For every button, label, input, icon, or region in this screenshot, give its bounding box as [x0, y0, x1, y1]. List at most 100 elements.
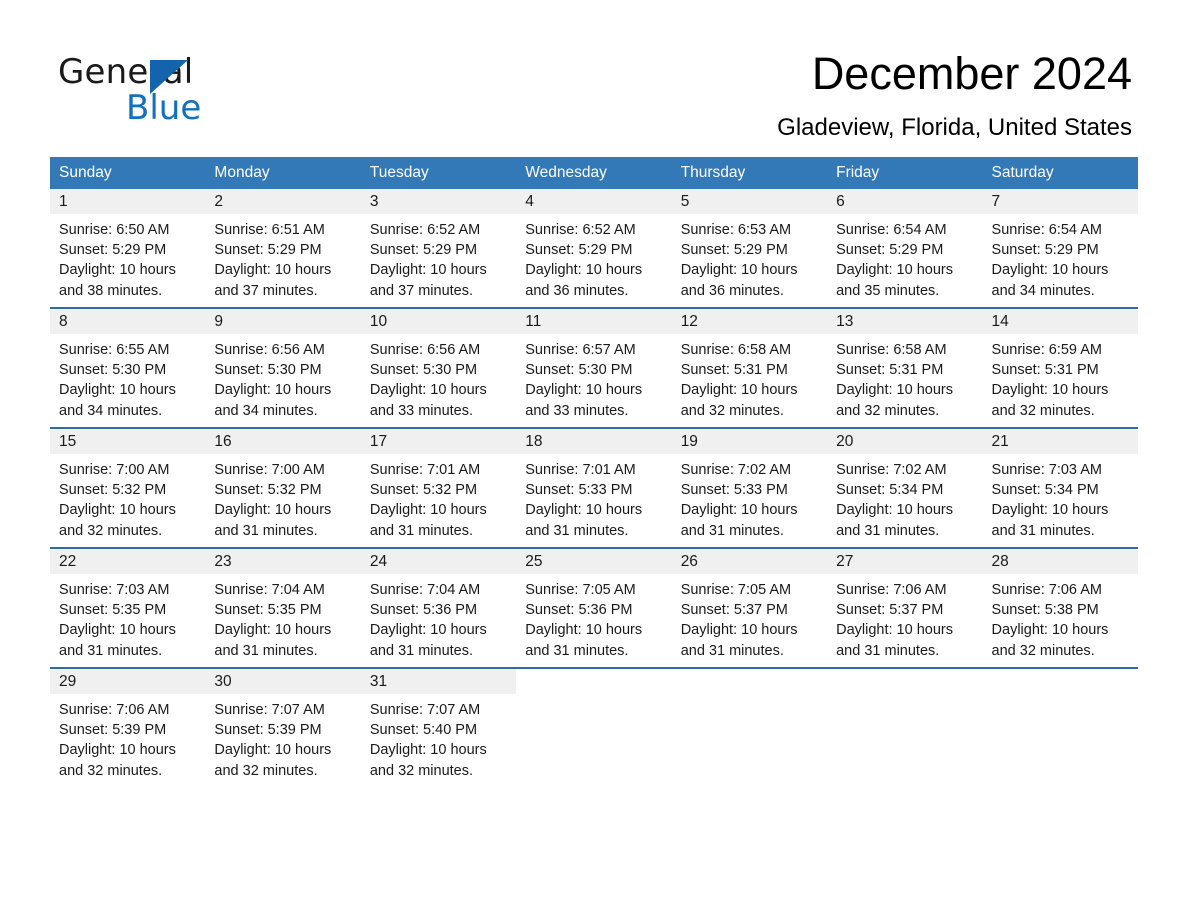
day-sunrise: Sunrise: 7:01 AM	[369, 462, 481, 478]
calendar-cell: 17 Sunrise: 7:01 AM Sunset: 5:32 PM Dayligh…	[360, 427, 517, 548]
day-sunrise: Sunrise: 7:00 AM	[59, 462, 170, 478]
day-details: Sunrise: 6:56 AM Sunset: 5:30 PM Daylight:…	[205, 334, 360, 421]
day-cell[interactable]: 20 Sunrise: 7:02 AM Sunset: 5:34 PM Dayligh…	[827, 429, 983, 547]
day-cell[interactable]: 28 Sunrise: 7:06 AM Sunset: 5:38 PM Dayligh…	[982, 549, 1138, 667]
day-daylight-line2: and 31 minutes.	[525, 642, 629, 659]
day-sunset: Sunset: 5:32 PM	[214, 482, 322, 499]
day-cell[interactable]: 5 Sunrise: 6:53 AM Sunset: 5:29 PM Daylight…	[671, 189, 828, 307]
generalblue-logo[interactable]: General Blue	[58, 52, 358, 132]
day-details: Sunrise: 6:51 AM Sunset: 5:29 PM Daylight:…	[205, 214, 360, 301]
day-sunset: Sunset: 5:37 PM	[836, 602, 944, 619]
day-cell[interactable]: 9 Sunrise: 6:56 AM Sunset: 5:30 PM Daylight…	[205, 309, 361, 427]
day-details: Sunrise: 7:04 AM Sunset: 5:35 PM Daylight:…	[205, 574, 360, 661]
day-cell[interactable]: 29 Sunrise: 7:06 AM Sunset: 5:39 PM Dayligh…	[50, 669, 206, 787]
day-cell[interactable]: 25 Sunrise: 7:05 AM Sunset: 5:36 PM Dayligh…	[516, 549, 672, 667]
brand-name-blue: Blue	[126, 88, 202, 128]
day-number: 26	[671, 549, 828, 574]
day-sunset: Sunset: 5:31 PM	[680, 362, 788, 379]
day-daylight-line1: Daylight: 10 hours	[369, 382, 487, 399]
day-sunrise: Sunrise: 7:01 AM	[525, 462, 636, 478]
calendar-cell: 13 Sunrise: 6:58 AM Sunset: 5:31 PM Dayligh…	[827, 307, 983, 428]
day-cell[interactable]: 6 Sunrise: 6:54 AM Sunset: 5:29 PM Daylight…	[827, 189, 983, 307]
day-cell[interactable]: 30 Sunrise: 7:07 AM Sunset: 5:39 PM Dayligh…	[205, 669, 361, 787]
day-details: Sunrise: 6:57 AM Sunset: 5:30 PM Daylight:…	[516, 334, 671, 421]
day-cell[interactable]: 10 Sunrise: 6:56 AM Sunset: 5:30 PM Dayligh…	[360, 309, 517, 427]
day-cell[interactable]: 7 Sunrise: 6:54 AM Sunset: 5:29 PM Daylight…	[982, 189, 1138, 307]
day-sunrise: Sunrise: 6:56 AM	[214, 342, 325, 358]
day-daylight-line1: Daylight: 10 hours	[59, 262, 176, 279]
weekday-header-sunday: Sunday	[50, 157, 206, 189]
day-daylight-line2: and 34 minutes.	[214, 402, 318, 419]
day-daylight-line2: and 31 minutes.	[991, 522, 1095, 539]
day-cell[interactable]: 15 Sunrise: 7:00 AM Sunset: 5:32 PM Dayligh…	[50, 429, 206, 547]
weekday-header-wednesday: Wednesday	[516, 157, 672, 189]
calendar-cell: 5 Sunrise: 6:53 AM Sunset: 5:29 PM Daylight…	[671, 189, 828, 308]
calendar-cell: 8 Sunrise: 6:55 AM Sunset: 5:30 PM Daylight…	[50, 307, 206, 428]
day-cell[interactable]: 18 Sunrise: 7:01 AM Sunset: 5:33 PM Dayligh…	[516, 429, 672, 547]
day-cell[interactable]: 14 Sunrise: 6:59 AM Sunset: 5:31 PM Dayligh…	[982, 309, 1138, 427]
day-cell[interactable]: 13 Sunrise: 6:58 AM Sunset: 5:31 PM Dayligh…	[827, 309, 983, 427]
day-cell[interactable]: 21 Sunrise: 7:03 AM Sunset: 5:34 PM Dayligh…	[982, 429, 1138, 547]
day-details: Sunrise: 6:52 AM Sunset: 5:29 PM Daylight:…	[516, 214, 671, 301]
day-sunrise: Sunrise: 6:58 AM	[836, 342, 947, 358]
day-daylight-line1: Daylight: 10 hours	[680, 262, 798, 279]
day-details: Sunrise: 6:52 AM Sunset: 5:29 PM Daylight:…	[361, 214, 516, 301]
day-daylight-line2: and 32 minutes.	[991, 642, 1095, 659]
day-cell[interactable]: 31 Sunrise: 7:07 AM Sunset: 5:40 PM Dayligh…	[360, 669, 517, 787]
day-cell[interactable]: 4 Sunrise: 6:52 AM Sunset: 5:29 PM Daylight…	[516, 189, 672, 307]
day-cell-empty	[983, 669, 1138, 787]
day-number: 16	[205, 429, 361, 454]
calendar-cell: 1 Sunrise: 6:50 AM Sunset: 5:29 PM Daylight…	[50, 189, 206, 308]
day-sunset: Sunset: 5:30 PM	[525, 362, 633, 379]
calendar-body: 1 Sunrise: 6:50 AM Sunset: 5:29 PM Daylight…	[50, 189, 1138, 787]
day-cell[interactable]: 19 Sunrise: 7:02 AM Sunset: 5:33 PM Dayligh…	[671, 429, 828, 547]
day-details: Sunrise: 6:54 AM Sunset: 5:29 PM Daylight:…	[983, 214, 1138, 301]
day-sunrise: Sunrise: 6:50 AM	[59, 222, 170, 238]
day-sunrise: Sunrise: 6:54 AM	[836, 222, 947, 238]
title-block: December 2024 Gladeview, Florida, United…	[777, 46, 1132, 144]
day-daylight-line1: Daylight: 10 hours	[59, 382, 176, 399]
day-cell[interactable]: 17 Sunrise: 7:01 AM Sunset: 5:32 PM Dayligh…	[360, 429, 517, 547]
day-daylight-line1: Daylight: 10 hours	[680, 622, 798, 639]
day-cell[interactable]: 11 Sunrise: 6:57 AM Sunset: 5:30 PM Dayligh…	[516, 309, 672, 427]
day-cell[interactable]: 27 Sunrise: 7:06 AM Sunset: 5:37 PM Dayligh…	[827, 549, 983, 667]
day-sunset: Sunset: 5:29 PM	[836, 242, 944, 259]
calendar-cell: 7 Sunrise: 6:54 AM Sunset: 5:29 PM Daylight…	[982, 189, 1138, 308]
day-cell[interactable]: 8 Sunrise: 6:55 AM Sunset: 5:30 PM Daylight…	[50, 309, 206, 427]
day-cell[interactable]: 22 Sunrise: 7:03 AM Sunset: 5:35 PM Dayligh…	[50, 549, 206, 667]
day-daylight-line2: and 32 minutes.	[836, 402, 940, 419]
day-cell[interactable]: 12 Sunrise: 6:58 AM Sunset: 5:31 PM Dayligh…	[671, 309, 828, 427]
weekday-header-thursday: Thursday	[671, 157, 828, 189]
day-cell[interactable]: 2 Sunrise: 6:51 AM Sunset: 5:29 PM Daylight…	[205, 189, 361, 307]
calendar-cell: 14 Sunrise: 6:59 AM Sunset: 5:31 PM Dayligh…	[982, 307, 1138, 428]
day-cell[interactable]: 24 Sunrise: 7:04 AM Sunset: 5:36 PM Dayligh…	[360, 549, 517, 667]
calendar-page: General Blue December 2024 Gladeview, Fl…	[0, 0, 1188, 918]
day-number: 23	[205, 549, 361, 574]
day-number: 8	[50, 309, 206, 334]
day-daylight-line1: Daylight: 10 hours	[836, 502, 953, 519]
day-number: 18	[516, 429, 672, 454]
day-number: 22	[50, 549, 206, 574]
day-daylight-line2: and 34 minutes.	[991, 282, 1095, 299]
day-sunset: Sunset: 5:31 PM	[991, 362, 1099, 379]
day-sunrise: Sunrise: 6:56 AM	[369, 342, 481, 358]
day-cell[interactable]: 23 Sunrise: 7:04 AM Sunset: 5:35 PM Dayligh…	[205, 549, 361, 667]
day-cell[interactable]: 1 Sunrise: 6:50 AM Sunset: 5:29 PM Daylight…	[50, 189, 206, 307]
day-daylight-line1: Daylight: 10 hours	[214, 502, 332, 519]
day-details: Sunrise: 6:56 AM Sunset: 5:30 PM Daylight:…	[361, 334, 516, 421]
day-number: 29	[50, 669, 206, 694]
day-daylight-line1: Daylight: 10 hours	[991, 382, 1109, 399]
day-cell[interactable]: 16 Sunrise: 7:00 AM Sunset: 5:32 PM Dayligh…	[205, 429, 361, 547]
day-sunset: Sunset: 5:30 PM	[369, 362, 478, 379]
day-cell[interactable]: 3 Sunrise: 6:52 AM Sunset: 5:29 PM Daylight…	[360, 189, 517, 307]
day-number: 14	[982, 309, 1138, 334]
day-number: 31	[360, 669, 517, 694]
calendar-cell: 15 Sunrise: 7:00 AM Sunset: 5:32 PM Dayligh…	[50, 427, 206, 548]
day-daylight-line2: and 31 minutes.	[214, 642, 318, 659]
day-number: 28	[982, 549, 1138, 574]
day-cell-empty	[516, 669, 671, 787]
day-cell[interactable]: 26 Sunrise: 7:05 AM Sunset: 5:37 PM Dayligh…	[671, 549, 828, 667]
day-number: 10	[360, 309, 517, 334]
day-number: 6	[827, 189, 983, 214]
calendar-cell	[982, 667, 1138, 787]
